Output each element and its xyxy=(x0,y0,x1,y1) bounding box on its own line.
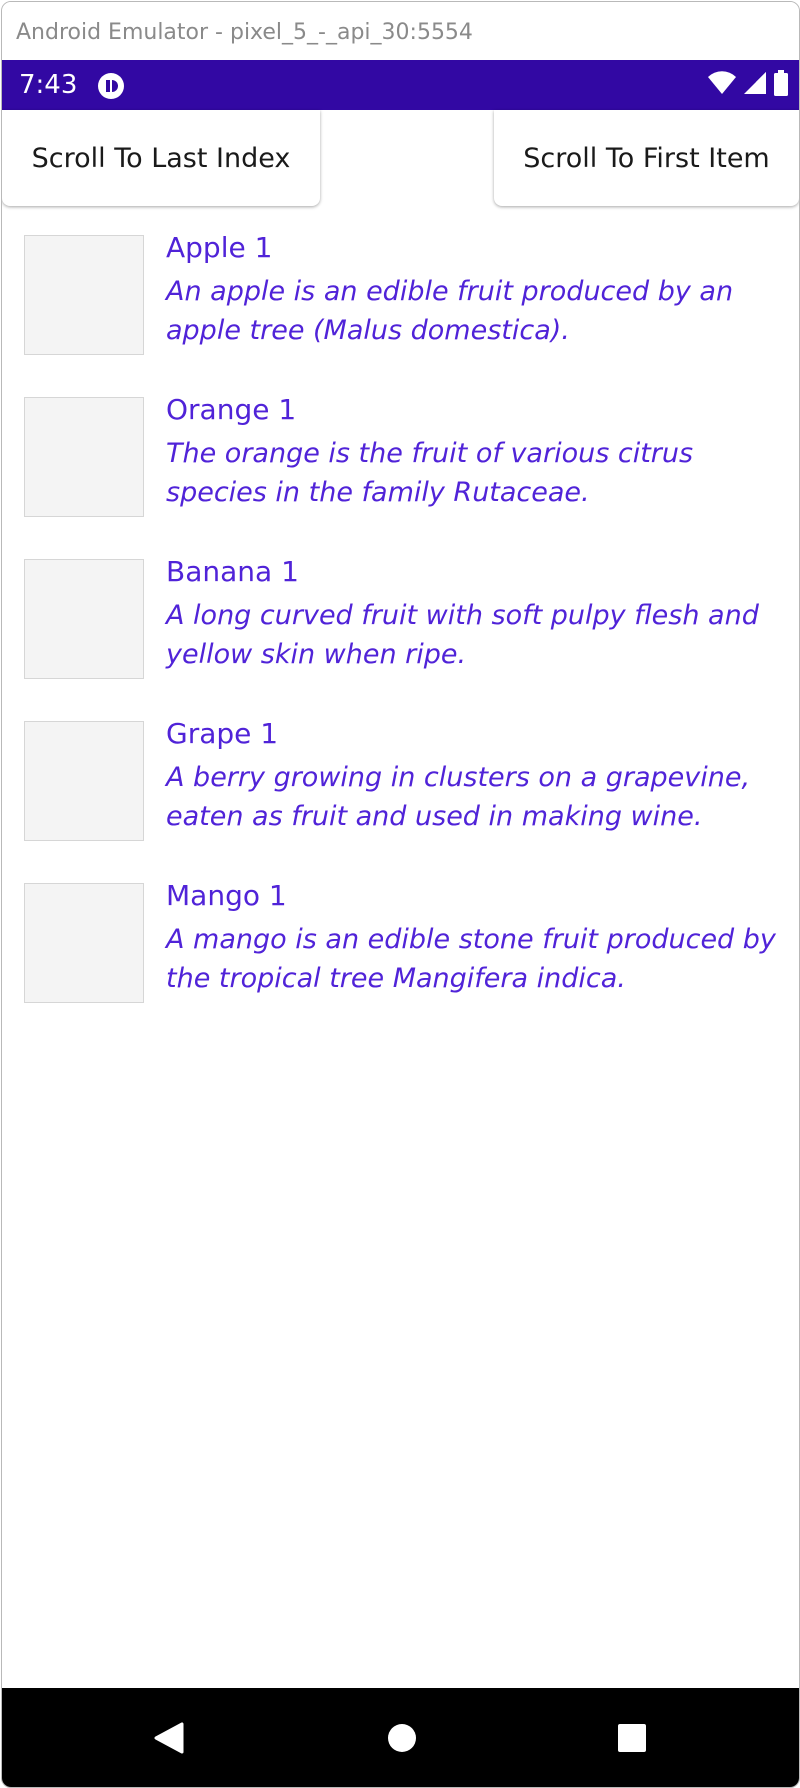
recents-icon[interactable] xyxy=(612,1718,652,1758)
cellular-signal-icon xyxy=(743,71,767,99)
battery-icon xyxy=(773,70,789,100)
item-title: Apple 1 xyxy=(166,231,273,264)
status-time: 7:43 xyxy=(19,70,78,100)
emulator-window: Android Emulator - pixel_5_-_api_30:5554… xyxy=(1,1,800,1788)
item-description: The orange is the fruit of various citru… xyxy=(166,438,694,508)
item-image-placeholder xyxy=(24,559,144,679)
item-title: Orange 1 xyxy=(166,393,297,426)
status-icons xyxy=(707,70,789,100)
item-image-placeholder xyxy=(24,235,144,355)
item-description: A berry growing in clusters on a grapevi… xyxy=(166,762,751,832)
item-description: A long curved fruit with soft pulpy fles… xyxy=(166,600,759,670)
item-image-placeholder xyxy=(24,397,144,517)
status-bar: 7:43 xyxy=(2,60,799,110)
home-icon[interactable] xyxy=(382,1718,422,1758)
back-icon[interactable] xyxy=(150,1718,190,1758)
list-item[interactable]: Apple 1 An apple is an edible fruit prod… xyxy=(2,227,799,389)
item-description: An apple is an edible fruit produced by … xyxy=(166,276,734,346)
list-item[interactable]: Banana 1 A long curved fruit with soft p… xyxy=(2,551,799,713)
scroll-to-last-index-button[interactable]: Scroll To Last Index xyxy=(2,110,320,206)
list-item[interactable]: Mango 1 A mango is an edible stone fruit… xyxy=(2,875,799,1037)
navigation-bar xyxy=(2,1688,799,1787)
item-title: Mango 1 xyxy=(166,879,287,912)
app-content: Scroll To Last Index Scroll To First Ite… xyxy=(2,110,799,1688)
item-image-placeholder xyxy=(24,883,144,1003)
item-title: Grape 1 xyxy=(166,717,279,750)
item-image-placeholder xyxy=(24,721,144,841)
wifi-icon xyxy=(707,71,737,99)
fruit-list[interactable]: Apple 1 An apple is an edible fruit prod… xyxy=(2,227,799,1037)
item-title: Banana 1 xyxy=(166,555,299,588)
list-item[interactable]: Grape 1 A berry growing in clusters on a… xyxy=(2,713,799,875)
app-notification-icon xyxy=(98,73,124,99)
item-description: A mango is an edible stone fruit produce… xyxy=(166,924,776,994)
scroll-to-first-item-button[interactable]: Scroll To First Item xyxy=(494,110,799,206)
window-title: Android Emulator - pixel_5_-_api_30:5554 xyxy=(2,2,799,60)
list-item[interactable]: Orange 1 The orange is the fruit of vari… xyxy=(2,389,799,551)
